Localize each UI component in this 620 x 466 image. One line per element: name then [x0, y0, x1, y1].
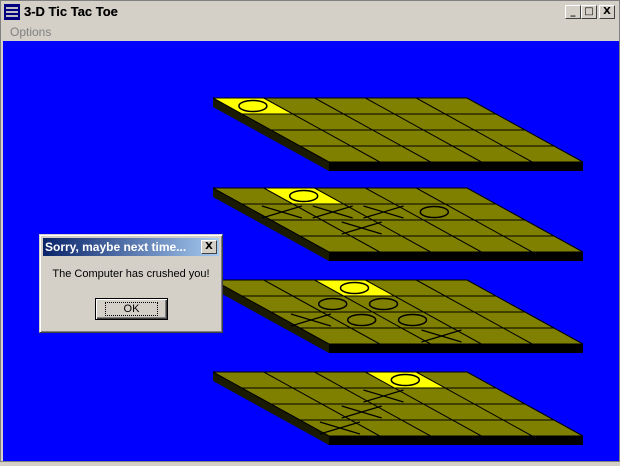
maximize-button[interactable]: □: [581, 5, 597, 19]
close-button[interactable]: X: [599, 5, 615, 19]
minimize-button[interactable]: _: [565, 5, 581, 19]
dialog-title: Sorry, maybe next time...: [45, 240, 187, 254]
menu-options[interactable]: Options: [10, 25, 51, 39]
window-title: 3-D Tic Tac Toe: [24, 4, 118, 19]
dialog-title-bar[interactable]: Sorry, maybe next time... X: [43, 238, 219, 256]
board-front-edge: [329, 436, 583, 445]
board-front-edge: [329, 252, 583, 261]
result-dialog: Sorry, maybe next time... X The Computer…: [39, 234, 223, 333]
board-front-edge: [329, 344, 583, 353]
board-front-edge: [329, 162, 583, 171]
app-icon: [4, 4, 20, 20]
title-bar[interactable]: 3-D Tic Tac Toe _ □ X: [1, 1, 619, 23]
app-window: 3-D Tic Tac Toe _ □ X Options Sorry, may…: [0, 0, 620, 462]
dialog-message: The Computer has crushed you!: [52, 268, 210, 280]
dialog-close-button[interactable]: X: [201, 240, 217, 254]
menu-bar: Options: [1, 23, 619, 41]
ok-button-label: OK: [104, 302, 159, 316]
ok-button[interactable]: OK: [95, 298, 168, 320]
